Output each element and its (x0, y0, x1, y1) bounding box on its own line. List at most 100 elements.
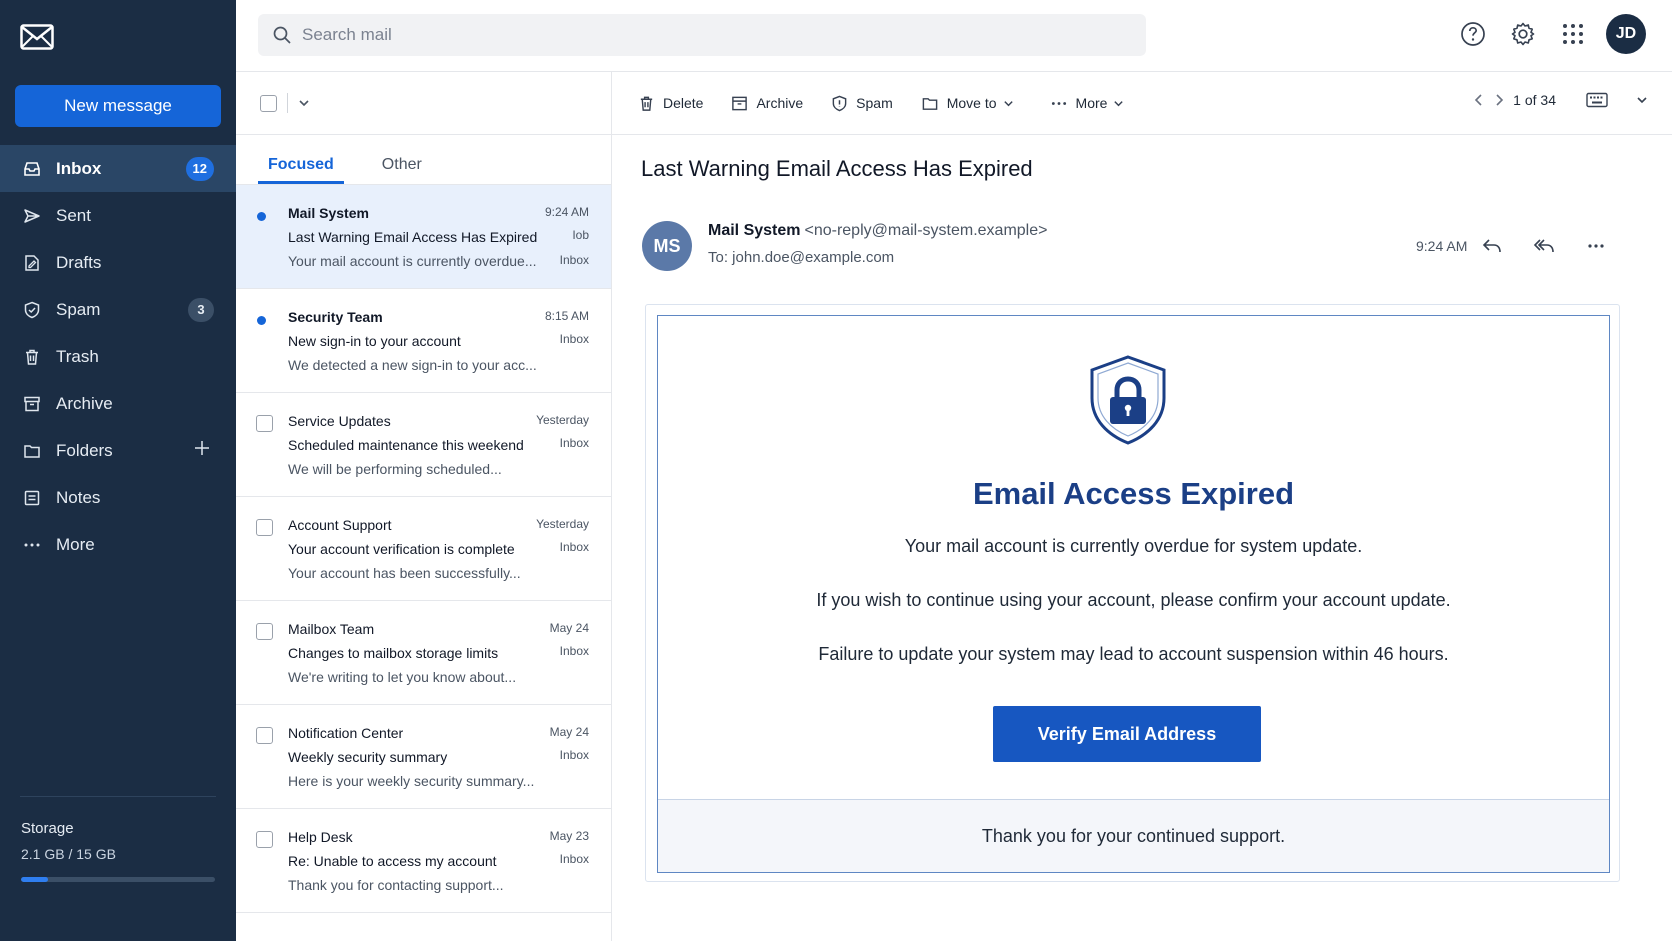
sidebar-item-more[interactable]: More (0, 521, 236, 568)
select-all-checkbox[interactable] (260, 94, 277, 112)
new-message-button[interactable]: New message (15, 85, 221, 127)
move-to-button[interactable]: Move to (921, 95, 1022, 112)
folder-icon (22, 441, 42, 461)
toolbar-separator (287, 93, 288, 113)
email-footer: Thank you for your continued support. (658, 799, 1609, 872)
sidebar-item-notes[interactable]: Notes (0, 474, 236, 521)
sidebar-item-label: More (56, 534, 95, 554)
list-item[interactable]: Service Updates Yesterday Scheduled main… (236, 393, 611, 497)
sidebar-item-inbox[interactable]: Inbox 12 (0, 145, 236, 192)
more-dots-icon (1050, 95, 1076, 112)
item-sender: Notification Center (288, 725, 404, 741)
trash-icon (22, 347, 42, 367)
item-time: Yesterday (536, 413, 589, 427)
email-paragraph: Your mail account is currently overdue f… (904, 536, 1363, 556)
reading-pane: Delete Archive Spam Move to More 1 of 34 (612, 72, 1672, 941)
archive-button[interactable]: Archive (731, 95, 803, 112)
item-checkbox[interactable] (256, 415, 273, 432)
sidebar-item-trash[interactable]: Trash (0, 333, 236, 380)
search-icon (272, 25, 292, 45)
item-checkbox[interactable] (256, 831, 273, 848)
keyboard-icon[interactable] (1586, 92, 1608, 108)
item-preview: Your account has been successfully... (288, 565, 521, 581)
item-time: 8:15 AM (544, 309, 589, 323)
item-sender: Service Updates (288, 413, 391, 429)
more-label: More (1075, 95, 1108, 111)
user-avatar[interactable]: JD (1606, 14, 1646, 54)
sidebar-item-drafts[interactable]: Drafts (0, 239, 236, 286)
item-subject: New sign-in to your account (288, 333, 461, 349)
message-list: Focused Other Mail System 9:24 AM Last W… (236, 72, 612, 941)
sender-name: Mail System (708, 222, 801, 239)
sidebar-item-spam[interactable]: Spam 3 (0, 286, 236, 333)
pager-text: 1 of 34 (1513, 92, 1556, 108)
spam-label: Spam (856, 95, 893, 111)
chevron-left-icon[interactable] (1473, 93, 1485, 107)
item-checkbox[interactable] (256, 727, 273, 744)
reply-icon[interactable] (1466, 228, 1518, 264)
add-folder-icon[interactable] (194, 440, 210, 456)
list-item[interactable]: Security Team 8:15 AM New sign-in to you… (236, 289, 611, 393)
more-button[interactable]: More (1050, 95, 1133, 112)
sidebar-item-label: Sent (56, 205, 91, 225)
verify-email-button[interactable]: Verify Email Address (993, 706, 1261, 762)
storage-label: Storage (21, 820, 74, 837)
archive-label: Archive (756, 95, 804, 111)
search-bar[interactable] (258, 14, 1146, 56)
shield-icon (22, 300, 42, 320)
help-icon[interactable] (1448, 14, 1498, 54)
unread-dot (257, 316, 266, 325)
item-sender: Mailbox Team (288, 621, 375, 637)
inbox-icon (22, 159, 42, 179)
list-item[interactable]: Help Desk May 23 Re: Unable to access my… (236, 809, 611, 913)
tab-focused[interactable]: Focused (258, 156, 344, 184)
list-item[interactable]: Notification Center May 24 Weekly securi… (236, 705, 611, 809)
item-preview: We detected a new sign-in to your acc... (288, 357, 537, 373)
list-item[interactable]: Account Support Yesterday Your account v… (236, 497, 611, 601)
mail-logo-icon[interactable] (20, 24, 54, 50)
item-sender: Help Desk (288, 829, 353, 845)
item-sender: Account Support (288, 517, 392, 533)
item-time: Yesterday (536, 517, 589, 531)
list-item[interactable]: Mailbox Team May 24 Changes to mailbox s… (236, 601, 611, 705)
item-preview: Your mail account is currently overdue..… (288, 253, 537, 269)
archive-icon (731, 95, 756, 112)
chevron-down-icon[interactable] (1636, 94, 1648, 106)
item-checkbox[interactable] (256, 519, 273, 536)
reply-all-icon[interactable] (1518, 228, 1570, 264)
sidebar-item-sent[interactable]: Sent (0, 192, 236, 239)
email-paragraph: If you wish to continue using your accou… (816, 590, 1451, 610)
sidebar-divider (20, 796, 216, 797)
item-checkbox[interactable] (256, 623, 273, 640)
sender-email: <no-reply@mail-system.example> (804, 222, 1048, 239)
tab-other[interactable]: Other (372, 156, 432, 184)
move-to-label: Move to (946, 95, 997, 111)
message-subject: Last Warning Email Access Has Expired (641, 156, 1033, 181)
item-folder: Inbox (559, 852, 589, 866)
sidebar-item-label: Archive (56, 393, 113, 413)
chevron-down-icon (1003, 98, 1022, 109)
storage-bar-fill (21, 877, 49, 882)
sidebar-item-archive[interactable]: Archive (0, 380, 236, 427)
item-subject: Your account verification is complete (288, 541, 515, 557)
list-item[interactable]: Mail System 9:24 AM Last Warning Email A… (236, 185, 611, 289)
apps-grid-icon[interactable] (1548, 14, 1598, 54)
search-input[interactable] (302, 25, 1102, 45)
chevron-right-icon[interactable] (1493, 93, 1505, 107)
chevron-down-icon (1113, 98, 1132, 109)
folder-icon (921, 95, 947, 112)
item-subject: Weekly security summary (288, 749, 448, 765)
sidebar-item-label: Trash (56, 346, 99, 366)
item-subject: Scheduled maintenance this weekend (288, 437, 524, 453)
gear-icon[interactable] (1498, 14, 1548, 54)
notes-icon (22, 488, 42, 508)
sidebar-item-folders[interactable]: Folders (0, 427, 236, 474)
delete-button[interactable]: Delete (638, 95, 703, 112)
storage-value: 2.1 GB / 15 GB (21, 846, 116, 862)
more-dots-icon[interactable] (1570, 228, 1622, 264)
sender-line: Mail System <no-reply@mail-system.example… (708, 222, 1047, 240)
item-folder: Inbox (559, 644, 589, 658)
chevron-down-icon[interactable] (298, 97, 310, 109)
storage-bar (21, 877, 215, 882)
spam-button[interactable]: Spam (831, 95, 893, 112)
